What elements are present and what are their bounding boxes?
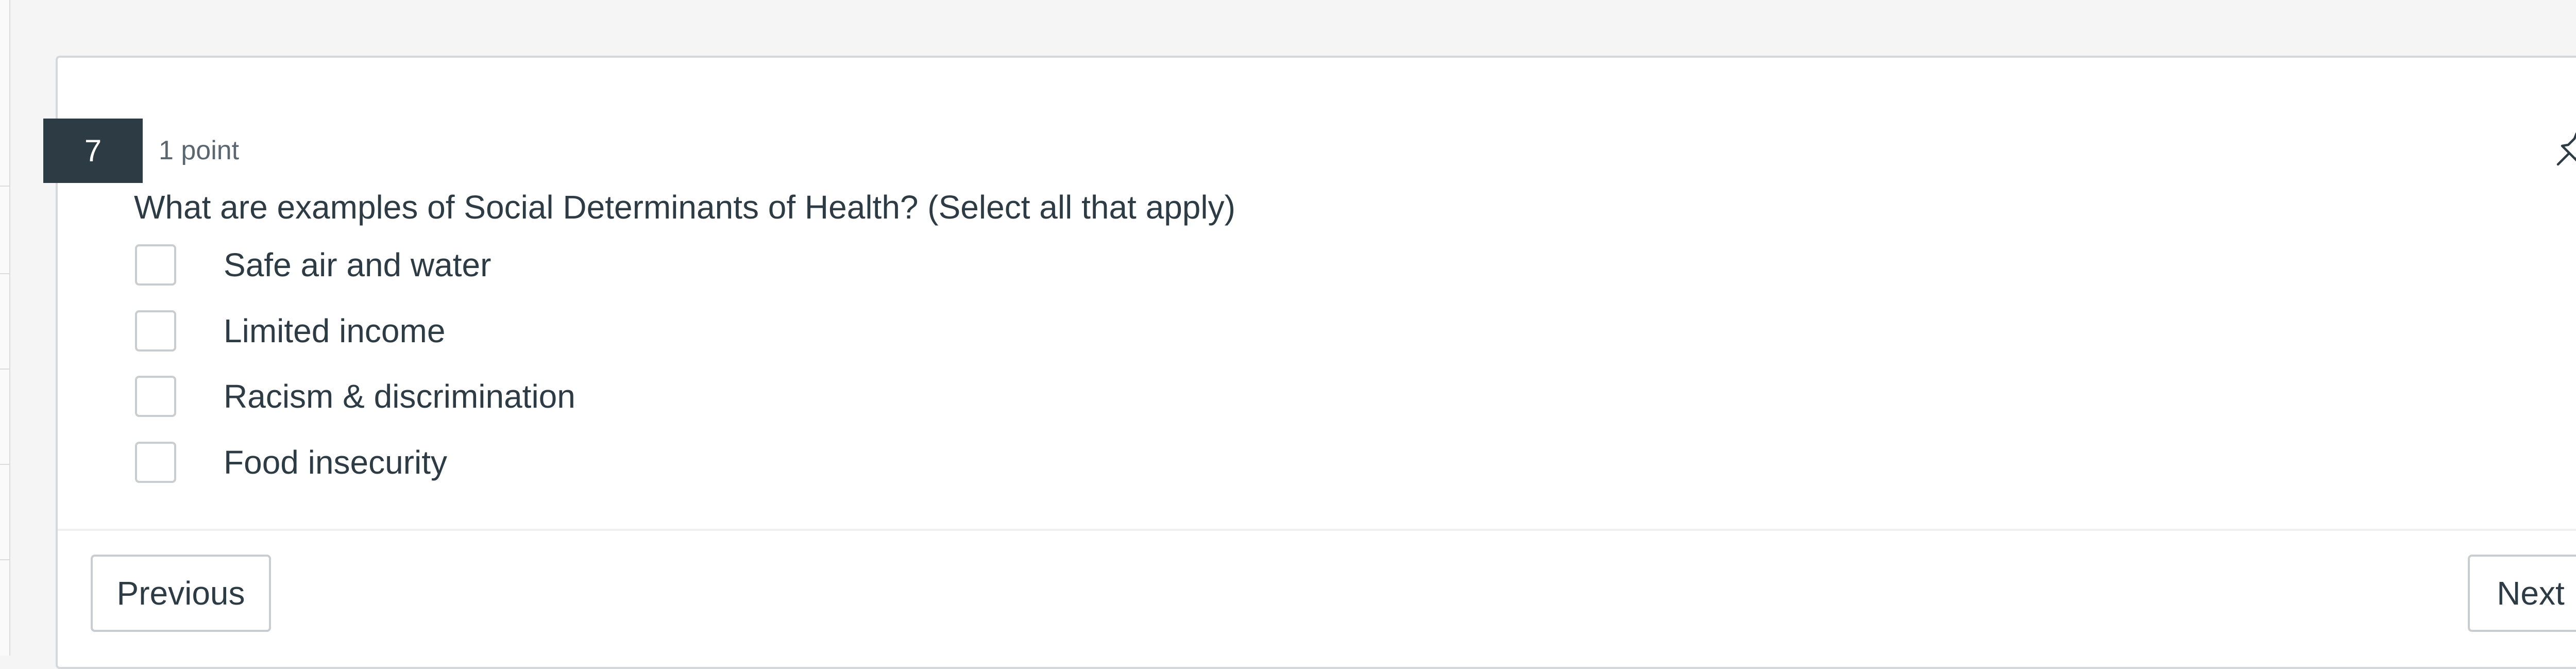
answer-option[interactable]: Limited income [135, 309, 445, 353]
answer-option[interactable]: Racism & discrimination [135, 375, 575, 418]
question-text: What are examples of Social Determinants… [134, 189, 1235, 226]
question-card [56, 56, 2576, 669]
answer-checkbox[interactable] [135, 442, 176, 483]
answer-label[interactable]: Limited income [224, 309, 445, 353]
answer-label[interactable]: Safe air and water [224, 243, 491, 287]
answer-checkbox[interactable] [135, 244, 176, 286]
sidebar-divider [0, 186, 9, 187]
question-number-badge: 7 [43, 119, 143, 183]
left-sidebar-edge [0, 0, 10, 656]
question-points: 1 point [159, 136, 240, 165]
footer-divider [58, 529, 2576, 531]
previous-button[interactable]: Previous [91, 555, 271, 632]
sidebar-divider [0, 559, 9, 560]
answer-checkbox[interactable] [135, 310, 176, 352]
answer-label[interactable]: Racism & discrimination [224, 375, 575, 418]
sidebar-divider [0, 369, 9, 370]
answer-option[interactable]: Food insecurity [135, 441, 447, 484]
sidebar-divider [0, 273, 9, 274]
pin-icon[interactable] [2553, 128, 2576, 170]
answer-label[interactable]: Food insecurity [224, 441, 447, 484]
next-button[interactable]: Next [2468, 555, 2576, 632]
answer-checkbox[interactable] [135, 376, 176, 417]
sidebar-divider [0, 464, 9, 465]
answer-option[interactable]: Safe air and water [135, 243, 491, 287]
